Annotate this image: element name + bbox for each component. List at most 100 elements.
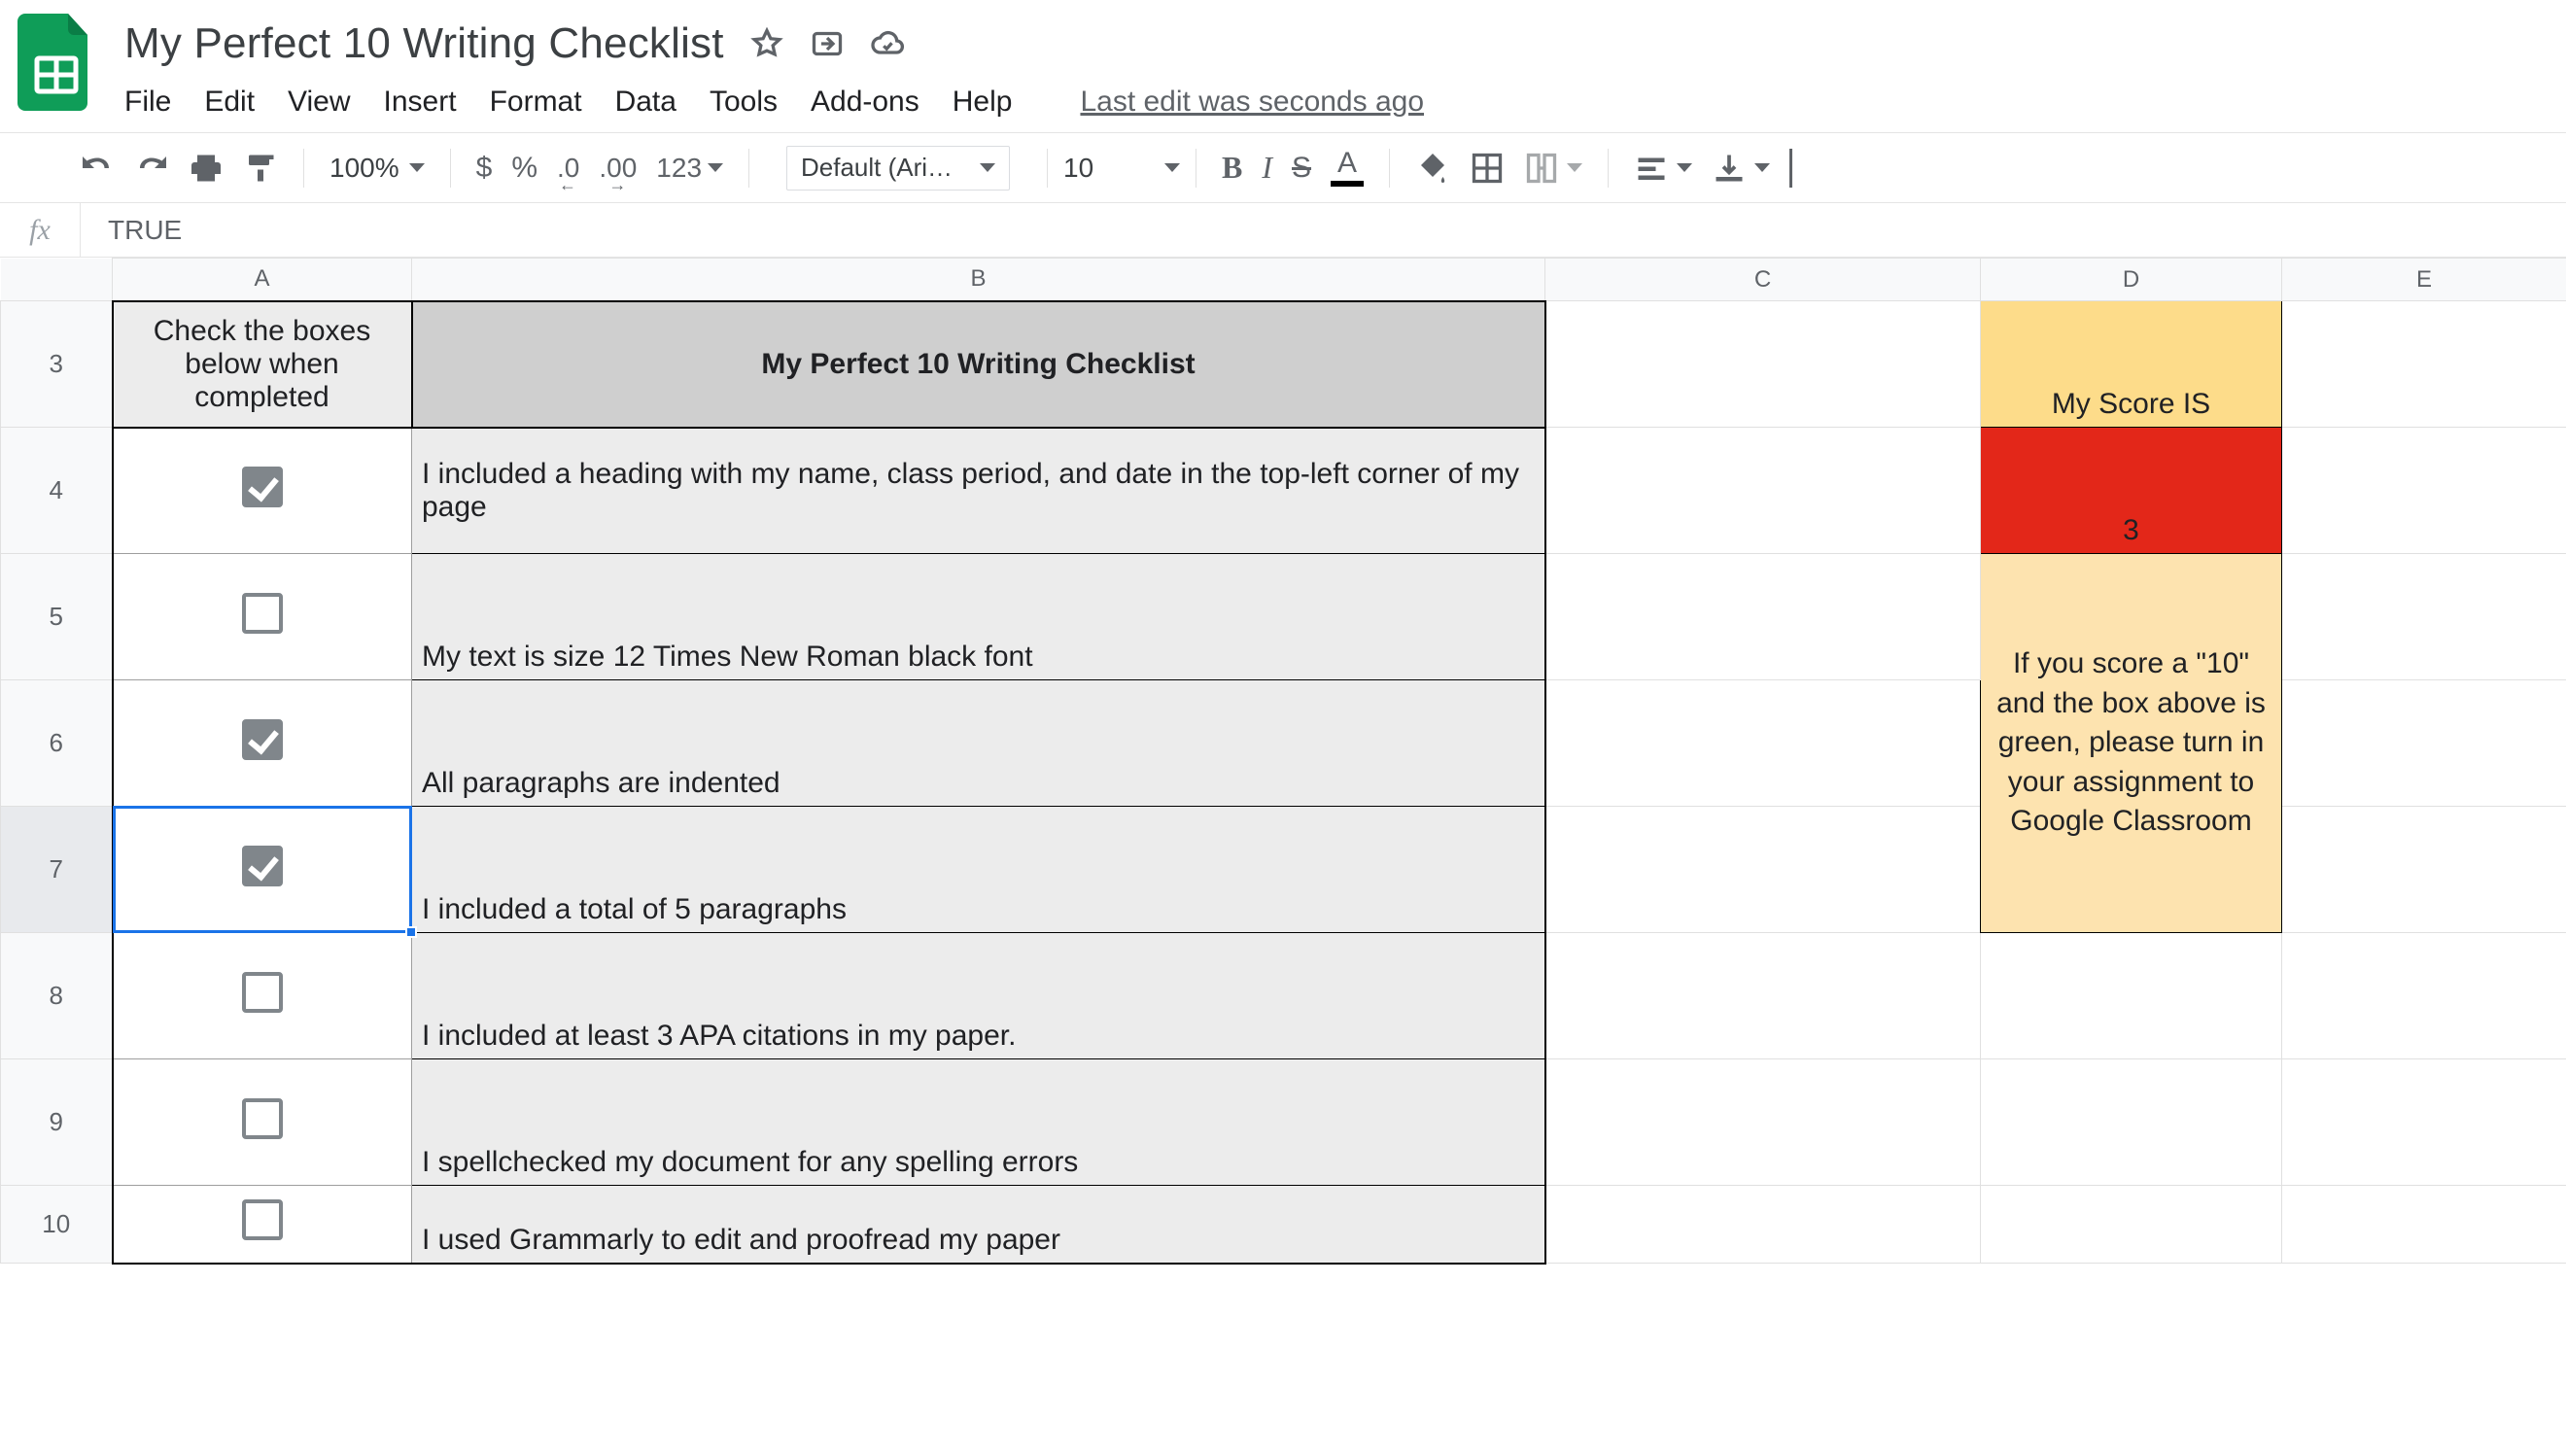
formula-input[interactable]: TRUE <box>81 215 182 246</box>
cell-b5[interactable]: My text is size 12 Times New Roman black… <box>412 554 1545 680</box>
spreadsheet-grid[interactable]: A B C D E 3 Check the boxes below when c… <box>0 258 2566 1265</box>
cell-e6[interactable] <box>2282 680 2566 807</box>
menu-tools[interactable]: Tools <box>710 86 778 119</box>
cell-e5[interactable] <box>2282 554 2566 680</box>
cell-e8[interactable] <box>2282 933 2566 1059</box>
column-header-e[interactable]: E <box>2282 259 2566 301</box>
text-color-button[interactable]: A <box>1321 145 1373 191</box>
chevron-down-icon <box>1677 163 1692 172</box>
paint-format-icon[interactable] <box>233 145 288 191</box>
cell-b7[interactable]: I included a total of 5 paragraphs <box>412 807 1545 933</box>
cell-d3-score-label[interactable]: My Score IS <box>1981 301 2282 428</box>
cell-b3[interactable]: My Perfect 10 Writing Checklist <box>412 301 1545 428</box>
increase-decimal-button[interactable]: .00→ <box>589 145 646 191</box>
menu-format[interactable]: Format <box>490 86 582 119</box>
cell-a8-checkbox[interactable] <box>113 933 412 1059</box>
cell-b10[interactable]: I used Grammarly to edit and proofread m… <box>412 1186 1545 1264</box>
cell-a10-checkbox[interactable] <box>113 1186 412 1264</box>
row-header[interactable]: 9 <box>1 1059 113 1186</box>
menu-bar: File Edit View Insert Format Data Tools … <box>124 86 2549 119</box>
cell-b9[interactable]: I spellchecked my document for any spell… <box>412 1059 1545 1186</box>
strikethrough-button[interactable]: S <box>1282 145 1321 191</box>
font-family-dropdown[interactable]: Default (Ari… <box>786 146 1010 191</box>
cell-c9[interactable] <box>1545 1059 1981 1186</box>
merge-cells-dropdown[interactable] <box>1514 145 1592 191</box>
format-currency-button[interactable]: $ <box>467 145 503 191</box>
cell-c10[interactable] <box>1545 1186 1981 1264</box>
cell-d9[interactable] <box>1981 1059 2282 1186</box>
star-icon[interactable] <box>749 26 784 61</box>
toolbar: 100% $ % .0← .00→ 123 Default (Ari… 10 B… <box>0 133 2566 203</box>
row-header[interactable]: 7 <box>1 807 113 933</box>
selection-handle[interactable] <box>405 926 417 938</box>
menu-insert[interactable]: Insert <box>384 86 457 119</box>
row-header[interactable]: 3 <box>1 301 113 428</box>
checkbox-icon <box>242 719 283 760</box>
cell-a6-checkbox[interactable] <box>113 680 412 807</box>
cell-a3[interactable]: Check the boxes below when completed <box>113 301 412 428</box>
cell-b6[interactable]: All paragraphs are indented <box>412 680 1545 807</box>
cloud-saved-icon[interactable] <box>870 26 905 61</box>
document-title[interactable]: My Perfect 10 Writing Checklist <box>124 19 724 68</box>
fx-label: fx <box>0 214 80 247</box>
cell-d10[interactable] <box>1981 1186 2282 1264</box>
cell-b4[interactable]: I included a heading with my name, class… <box>412 428 1545 554</box>
cell-a4-checkbox[interactable] <box>113 428 412 554</box>
cell-c5[interactable] <box>1545 554 1981 680</box>
column-header-a[interactable]: A <box>113 259 412 301</box>
horizontal-align-dropdown[interactable] <box>1624 145 1702 191</box>
chevron-down-icon <box>708 163 723 172</box>
checkbox-icon <box>242 467 283 507</box>
row-header[interactable]: 10 <box>1 1186 113 1264</box>
borders-button[interactable] <box>1460 145 1514 191</box>
cell-c8[interactable] <box>1545 933 1981 1059</box>
cell-a7-checkbox-selected[interactable] <box>113 807 412 933</box>
cell-c3[interactable] <box>1545 301 1981 428</box>
menu-file[interactable]: File <box>124 86 171 119</box>
menu-edit[interactable]: Edit <box>204 86 255 119</box>
app-header: My Perfect 10 Writing Checklist File Edi… <box>0 0 2566 119</box>
menu-view[interactable]: View <box>288 86 350 119</box>
font-size-dropdown[interactable]: 10 <box>1063 146 1180 191</box>
menu-addons[interactable]: Add-ons <box>811 86 919 119</box>
vertical-align-dropdown[interactable] <box>1702 145 1780 191</box>
cell-e3[interactable] <box>2282 301 2566 428</box>
bold-button[interactable]: B <box>1212 145 1252 191</box>
undo-icon[interactable] <box>70 145 124 191</box>
cell-c7[interactable] <box>1545 807 1981 933</box>
cell-a9-checkbox[interactable] <box>113 1059 412 1186</box>
column-header-b[interactable]: B <box>412 259 1545 301</box>
column-header-d[interactable]: D <box>1981 259 2282 301</box>
cell-d4-score-value[interactable]: 3 <box>1981 428 2282 554</box>
chevron-down-icon <box>1754 163 1770 172</box>
cell-e7[interactable] <box>2282 807 2566 933</box>
cell-b8[interactable]: I included at least 3 APA citations in m… <box>412 933 1545 1059</box>
decrease-decimal-button[interactable]: .0← <box>547 145 589 191</box>
cell-c4[interactable] <box>1545 428 1981 554</box>
last-edit-link[interactable]: Last edit was seconds ago <box>1080 86 1424 119</box>
cell-c6[interactable] <box>1545 680 1981 807</box>
cell-d5-note[interactable]: If you score a "10" and the box above is… <box>1981 554 2282 933</box>
zoom-dropdown[interactable]: 100% <box>320 153 434 184</box>
italic-button[interactable]: I <box>1252 145 1282 191</box>
print-icon[interactable] <box>179 145 233 191</box>
redo-icon[interactable] <box>124 145 179 191</box>
cell-e9[interactable] <box>2282 1059 2566 1186</box>
format-percent-button[interactable]: % <box>502 145 547 191</box>
column-header-c[interactable]: C <box>1545 259 1981 301</box>
move-icon[interactable] <box>810 26 845 61</box>
row-header[interactable]: 4 <box>1 428 113 554</box>
cell-a5-checkbox[interactable] <box>113 554 412 680</box>
menu-data[interactable]: Data <box>615 86 676 119</box>
cell-e4[interactable] <box>2282 428 2566 554</box>
menu-help[interactable]: Help <box>953 86 1013 119</box>
row-header[interactable]: 6 <box>1 680 113 807</box>
row-header[interactable]: 8 <box>1 933 113 1059</box>
fill-color-button[interactable] <box>1405 145 1460 191</box>
select-all-corner[interactable] <box>1 259 113 301</box>
cell-d8[interactable] <box>1981 933 2282 1059</box>
row-header[interactable]: 5 <box>1 554 113 680</box>
number-format-dropdown[interactable]: 123 <box>646 145 733 191</box>
cell-e10[interactable] <box>2282 1186 2566 1264</box>
chevron-down-icon <box>1567 163 1582 172</box>
